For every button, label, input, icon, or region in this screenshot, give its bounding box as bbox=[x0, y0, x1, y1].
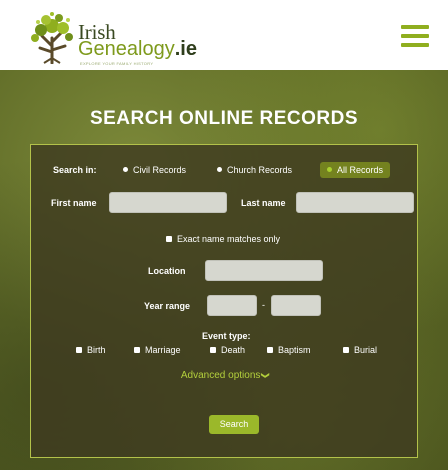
first-name-label: First name bbox=[51, 198, 97, 208]
radio-all-label: All Records bbox=[337, 165, 384, 175]
search-hero: SEARCH ONLINE RECORDS Search in: Civil R… bbox=[0, 70, 448, 470]
event-death-label: Death bbox=[221, 345, 246, 355]
exact-match-label: Exact name matches only bbox=[177, 234, 281, 244]
location-input[interactable] bbox=[205, 260, 323, 281]
logo-text-genealogy-word: Genealogy bbox=[78, 38, 175, 60]
radio-dot-icon bbox=[217, 167, 222, 173]
search-button[interactable]: Search bbox=[209, 415, 259, 434]
checkbox-icon bbox=[76, 346, 82, 353]
event-death-checkbox[interactable]: Death bbox=[210, 345, 245, 355]
year-to-input[interactable] bbox=[271, 295, 321, 316]
year-range-label: Year range bbox=[144, 301, 191, 311]
radio-church-records[interactable]: Church Records bbox=[217, 165, 292, 175]
checkbox-icon bbox=[166, 235, 172, 242]
checkbox-icon bbox=[134, 346, 140, 353]
first-name-input[interactable] bbox=[109, 192, 227, 213]
search-in-label: Search in: bbox=[53, 165, 97, 175]
search-form-panel: Search in: Civil Records Church Records … bbox=[30, 144, 418, 458]
logo-text-ie: .ie bbox=[174, 38, 197, 60]
chevron-down-icon: ❯ bbox=[261, 372, 271, 379]
event-marriage-checkbox[interactable]: Marriage bbox=[134, 345, 181, 355]
checkbox-icon bbox=[210, 346, 216, 353]
logo-tagline: EXPLORE YOUR FAMILY HISTORY bbox=[80, 61, 154, 66]
event-burial-label: Burial bbox=[354, 345, 378, 355]
event-birth-checkbox[interactable]: Birth bbox=[76, 345, 106, 355]
site-header: Irish Genealogy.ie EXPLORE YOUR FAMILY H… bbox=[0, 0, 448, 70]
event-baptism-label: Baptism bbox=[278, 345, 311, 355]
page-title: SEARCH ONLINE RECORDS bbox=[89, 108, 359, 129]
exact-match-checkbox[interactable]: Exact name matches only bbox=[166, 234, 280, 244]
hamburger-menu-icon[interactable] bbox=[401, 25, 429, 47]
radio-church-label: Church Records bbox=[227, 165, 293, 175]
radio-dot-icon bbox=[123, 167, 128, 173]
year-range-separator: - bbox=[262, 300, 265, 310]
last-name-label: Last name bbox=[241, 198, 286, 208]
advanced-options-toggle[interactable]: Advanced options❯ bbox=[31, 370, 419, 381]
last-name-input[interactable] bbox=[296, 192, 414, 213]
location-label: Location bbox=[148, 266, 186, 276]
radio-all-records[interactable]: All Records bbox=[320, 162, 391, 178]
radio-civil-label: Civil Records bbox=[133, 165, 187, 175]
event-baptism-checkbox[interactable]: Baptism bbox=[267, 345, 311, 355]
checkbox-icon bbox=[343, 346, 349, 353]
site-logo[interactable]: Irish Genealogy.ie EXPLORE YOUR FAMILY H… bbox=[22, 6, 242, 66]
event-birth-label: Birth bbox=[87, 345, 106, 355]
radio-dot-icon bbox=[327, 167, 332, 173]
event-marriage-label: Marriage bbox=[145, 345, 181, 355]
logo-text-genealogy: Genealogy.ie bbox=[78, 39, 197, 59]
year-from-input[interactable] bbox=[207, 295, 257, 316]
radio-civil-records[interactable]: Civil Records bbox=[123, 165, 186, 175]
tree-logo-icon bbox=[31, 12, 73, 64]
event-type-label: Event type: bbox=[202, 331, 251, 341]
checkbox-icon bbox=[267, 346, 273, 353]
event-burial-checkbox[interactable]: Burial bbox=[343, 345, 377, 355]
advanced-options-label: Advanced options bbox=[180, 370, 261, 381]
